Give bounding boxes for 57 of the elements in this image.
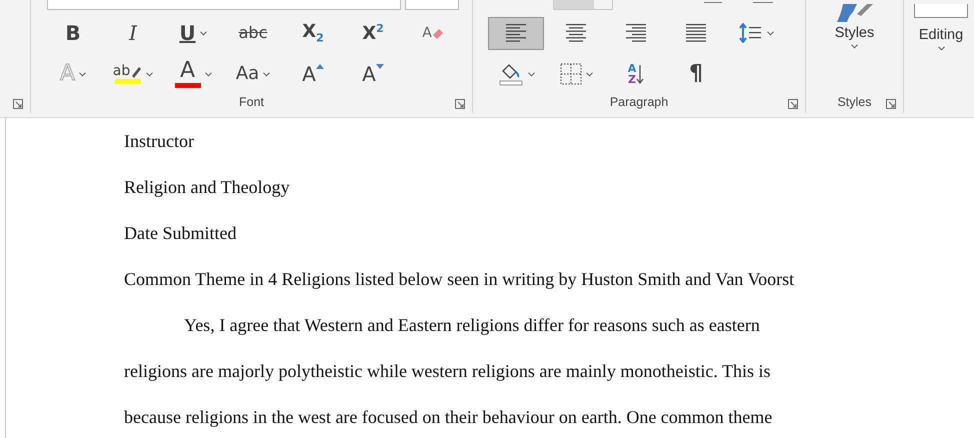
- underline-button[interactable]: U: [165, 16, 221, 50]
- caret-icon: [851, 44, 858, 49]
- clear-button[interactable]: A: [405, 16, 461, 50]
- document-text-line: Common Theme in 4 Religions listed below seen in writing by Huston Smith and Van Voorst: [124, 268, 796, 291]
- shrink-button[interactable]: A: [345, 58, 401, 90]
- caret-icon: [263, 72, 270, 76]
- fontcolor-button[interactable]: A: [165, 58, 221, 90]
- editing-button[interactable]: Editing: [914, 4, 968, 51]
- dialog-launcher-icon[interactable]: [886, 99, 896, 109]
- italic-button[interactable]: I: [105, 16, 161, 50]
- align-center-icon: [565, 23, 587, 43]
- dialog-launcher-icon[interactable]: [788, 99, 798, 109]
- justify-icon: [685, 23, 707, 43]
- caret-icon: [586, 72, 592, 76]
- grow-button[interactable]: A: [285, 58, 341, 90]
- font-size-field[interactable]: [405, 0, 459, 10]
- sort-button[interactable]: A Z: [608, 58, 664, 90]
- superscript-button[interactable]: X$^{2}$: [345, 16, 401, 50]
- document-text-line: religions are majorly polytheistic while western religions are mainly monotheistic. This is: [124, 360, 772, 383]
- editing-icon: [914, 4, 968, 18]
- group-label: Paragraph: [610, 95, 668, 109]
- case-button[interactable]: Aa: [225, 58, 281, 90]
- caret-icon: [79, 72, 86, 76]
- document-text-line: Date Submitted: [124, 222, 238, 245]
- eraser-icon: [432, 27, 444, 39]
- caret-icon: [528, 72, 534, 76]
- styles-button[interactable]: Styles: [806, 4, 903, 49]
- caret-icon: [200, 30, 207, 36]
- align-right-icon: [625, 23, 647, 43]
- group-label: Styles: [837, 95, 872, 109]
- caret-icon: [146, 72, 154, 76]
- document-text-line: because religions in the west are focused on their behaviour on earth. One common theme: [124, 406, 774, 429]
- borders-icon: [560, 63, 582, 85]
- strike-button[interactable]: abc: [225, 16, 281, 50]
- down-arrow-icon: [636, 64, 644, 84]
- font-name-field[interactable]: [47, 0, 401, 10]
- brush-icon: [834, 4, 874, 22]
- line-spacing-icon: [738, 23, 762, 43]
- align-left-icon: [505, 23, 527, 43]
- align-left-button[interactable]: [488, 16, 544, 50]
- down-triangle-icon: [376, 64, 384, 70]
- pilcrow-button[interactable]: ¶: [668, 58, 724, 90]
- highlight-button[interactable]: ab: [105, 58, 161, 90]
- dialog-launcher-icon[interactable]: [455, 99, 465, 109]
- group-label: Font: [238, 95, 264, 109]
- document-text-line: Religion and Theology: [124, 176, 291, 199]
- document-text-line: Yes, I agree that Western and Eastern religions differ for reasons such as eastern: [183, 314, 761, 337]
- paint-bucket-icon: [498, 62, 524, 86]
- document-text-line: Instructor: [124, 130, 195, 153]
- subscript-button[interactable]: X$_{2}$: [285, 16, 341, 50]
- caret-icon: [938, 46, 944, 51]
- pen-icon: [130, 64, 142, 78]
- caret-icon: [204, 72, 212, 76]
- dialog-launcher-icon[interactable]: [13, 99, 23, 109]
- up-triangle-icon: [316, 64, 324, 70]
- caret-icon: [766, 30, 774, 36]
- bold-button[interactable]: B: [45, 16, 101, 50]
